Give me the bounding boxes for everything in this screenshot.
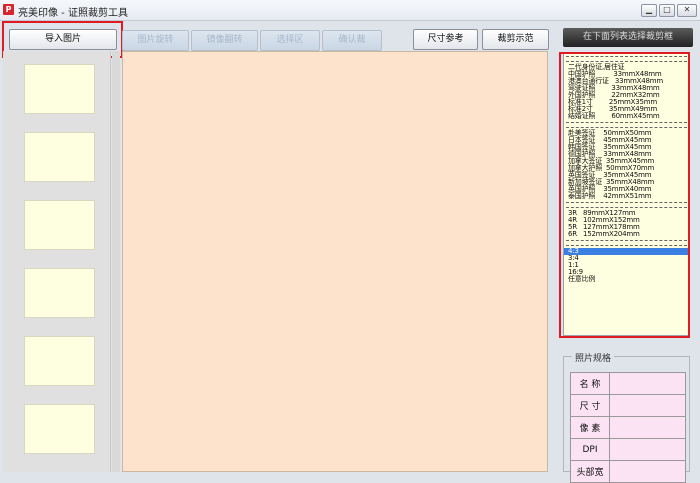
close-button[interactable]: ✕ xyxy=(677,4,697,17)
spec-key: DPI xyxy=(570,438,610,461)
thumbnail-slot[interactable] xyxy=(24,132,95,182)
spec-key: 像 素 xyxy=(570,416,610,439)
thumbnail-slot[interactable] xyxy=(24,268,95,318)
size-reference-button[interactable]: 尺寸参考 xyxy=(413,29,478,50)
minimize-button[interactable]: ▁ xyxy=(641,4,657,17)
select-area-button[interactable]: 选择区 xyxy=(260,30,320,51)
spec-value xyxy=(609,416,686,439)
crop-list-highlight xyxy=(559,52,690,338)
panel-divider xyxy=(112,51,120,472)
photo-spec-table: 名 称 尺 寸 像 素 DPI 头部宽 xyxy=(570,372,686,483)
spec-value xyxy=(609,438,686,461)
confirm-crop-button[interactable]: 确认裁 xyxy=(322,30,382,51)
spec-key: 名 称 xyxy=(570,372,610,395)
rotate-button[interactable]: 图片旋转 xyxy=(122,30,189,51)
thumbnail-panel[interactable] xyxy=(3,51,111,472)
spec-key: 尺 寸 xyxy=(570,394,610,417)
mirror-button[interactable]: 镜像翻转 xyxy=(191,30,258,51)
photo-spec-group: 照片规格 名 称 尺 寸 像 素 DPI 头部宽 xyxy=(563,351,690,483)
thumbnail-slot[interactable] xyxy=(24,200,95,250)
spec-value xyxy=(609,372,686,395)
crop-demo-button[interactable]: 裁剪示范 xyxy=(482,29,549,50)
app-icon: P xyxy=(3,4,14,15)
image-canvas[interactable] xyxy=(122,51,548,472)
thumbnail-slot[interactable] xyxy=(24,64,95,114)
title-bar: P 亮美印像 - 证照裁剪工具 ▁ □ ✕ xyxy=(0,0,700,21)
thumbnail-slot[interactable] xyxy=(24,336,95,386)
thumbnail-slot[interactable] xyxy=(24,404,95,454)
photo-spec-title: 照片规格 xyxy=(572,351,615,364)
window-title: 亮美印像 - 证照裁剪工具 xyxy=(18,8,128,19)
crop-list-header: 在下面列表选择裁剪框 xyxy=(563,28,693,47)
maximize-button[interactable]: □ xyxy=(659,4,675,17)
spec-value xyxy=(609,394,686,417)
